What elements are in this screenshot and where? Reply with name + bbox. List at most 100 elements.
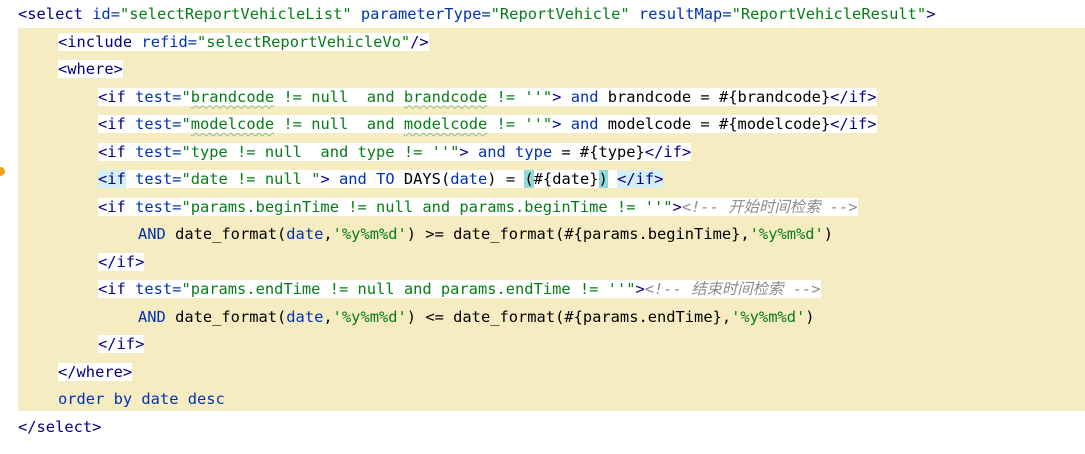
code-token: , <box>323 225 333 243</box>
code-line[interactable]: <if test="date != null "> and TO DAYS(da… <box>98 166 664 193</box>
code-line[interactable]: <if test="params.beginTime != null and p… <box>98 194 858 221</box>
code-token: ) <box>406 225 426 243</box>
code-token: refid= <box>141 32 198 51</box>
code-line-content: <if test="date != null "> and TO DAYS(da… <box>98 170 664 188</box>
code-line[interactable]: </select> <box>18 414 102 441</box>
code-token: ) <box>406 307 426 326</box>
code-token: date_format( <box>165 225 287 243</box>
code-token: id= <box>92 5 120 23</box>
code-token: != null and <box>274 115 404 133</box>
code-token: date <box>450 170 488 188</box>
code-token: test= <box>135 115 182 133</box>
code-line[interactable]: </if> <box>98 331 145 358</box>
code-token: <!-- 结束时间检索 --> <box>644 280 821 298</box>
code-line-content: <include refid="selectReportVehicleVo"/> <box>58 32 429 51</box>
code-token: != null and <box>274 87 404 106</box>
code-line-content: <if test="params.endTime != null and par… <box>98 280 821 298</box>
code-token: and <box>561 115 608 133</box>
code-line[interactable]: <where> <box>58 56 123 83</box>
code-line[interactable]: AND date_format(date,'%y%m%d') <= date_f… <box>138 304 815 331</box>
code-token: <if <box>98 87 126 106</box>
code-token: type <box>515 142 553 161</box>
code-line-content: </select> <box>18 417 102 436</box>
code-token: '%y%m%d' <box>332 225 407 243</box>
code-token: date_format( <box>165 307 287 326</box>
code-token: <!-- 开始时间检索 --> <box>681 197 858 216</box>
code-token: >= <box>425 225 444 243</box>
code-token: </if> <box>98 252 145 271</box>
code-token: "selectReportVehicleList" <box>119 5 352 23</box>
code-line[interactable]: <include refid="selectReportVehicleVo"/> <box>58 29 429 56</box>
code-token: resultMap= <box>638 5 732 23</box>
code-line[interactable]: <if test="params.endTime != null and par… <box>98 276 821 303</box>
code-line[interactable]: <if test="modelcode != null and modelcod… <box>98 111 877 138</box>
code-token: test= <box>135 142 182 161</box>
code-token: modelcode <box>190 115 275 133</box>
code-token: test= <box>135 87 182 106</box>
code-line-content: AND date_format(date,'%y%m%d') <= date_f… <box>138 308 815 326</box>
code-token: "selectReportVehicleVo" <box>197 32 411 51</box>
code-token: "params.beginTime != null and params.beg… <box>181 197 673 216</box>
code-line-content: <if test="params.beginTime != null and p… <box>98 197 858 216</box>
code-token: date <box>286 307 324 326</box>
code-token: <= <box>425 307 444 326</box>
breakpoint-marker-icon[interactable] <box>0 167 5 176</box>
code-line[interactable]: order by date desc <box>58 386 225 413</box>
code-token: </if> <box>98 335 145 353</box>
code-line[interactable]: <if test="brandcode != null and brandcod… <box>98 84 877 111</box>
code-token: </if> <box>617 170 664 188</box>
code-token: <include <box>58 32 133 51</box>
code-token: test= <box>135 280 182 298</box>
code-token: ) <box>823 225 834 243</box>
code-token: parameterType= <box>360 5 491 23</box>
code-line-content: </if> <box>98 335 145 353</box>
code-token: <where> <box>58 60 123 78</box>
code-line[interactable]: </where> <box>58 359 133 386</box>
code-token: </if> <box>830 87 877 106</box>
code-line[interactable]: AND date_format(date,'%y%m%d') >= date_f… <box>138 221 833 248</box>
code-token: "params.endTime != null and params.endTi… <box>181 280 636 298</box>
code-token: != ''" <box>487 87 553 106</box>
code-line-content: <where> <box>58 60 123 78</box>
code-token: '%y%m%d' <box>731 307 806 326</box>
code-token: <if <box>98 197 126 216</box>
code-token: <if <box>98 115 126 133</box>
code-token: and <box>329 170 377 188</box>
code-token: DAYS( <box>394 170 451 188</box>
code-token: </where> <box>58 362 133 381</box>
code-token: , <box>323 307 333 326</box>
code-token: </if> <box>644 142 692 161</box>
code-token: " <box>181 87 191 106</box>
code-token: "type != null and type != ''" <box>181 142 460 161</box>
editor-gutter <box>0 0 18 454</box>
code-line[interactable]: <if test="type != null and type != ''"> … <box>98 139 692 166</box>
code-token: ) = <box>487 170 525 188</box>
code-token: /> <box>410 32 429 51</box>
code-token: and <box>468 142 516 161</box>
code-token: brandcode = #{brandcode} <box>607 87 831 106</box>
code-token: > <box>672 197 682 216</box>
code-line[interactable]: </if> <box>98 249 145 276</box>
code-line-content: <if test="brandcode != null and brandcod… <box>98 87 877 106</box>
code-line-content: <select id="selectReportVehicleList" par… <box>18 5 936 23</box>
code-line-content: </if> <box>98 252 145 271</box>
code-token: date_format(#{params.beginTime}, <box>443 225 750 243</box>
code-token: test= <box>135 197 182 216</box>
code-token: ( <box>524 170 534 188</box>
code-line[interactable]: <select id="selectReportVehicleList" par… <box>18 1 936 28</box>
code-token: <if <box>98 142 126 161</box>
code-token: </if> <box>830 115 877 133</box>
code-token: ) <box>598 170 608 188</box>
code-token: > <box>459 142 469 161</box>
code-line-content: AND date_format(date,'%y%m%d') >= date_f… <box>138 225 833 243</box>
code-token: modelcode <box>403 115 488 133</box>
code-token: </select> <box>18 417 102 436</box>
code-token: AND <box>138 307 166 326</box>
